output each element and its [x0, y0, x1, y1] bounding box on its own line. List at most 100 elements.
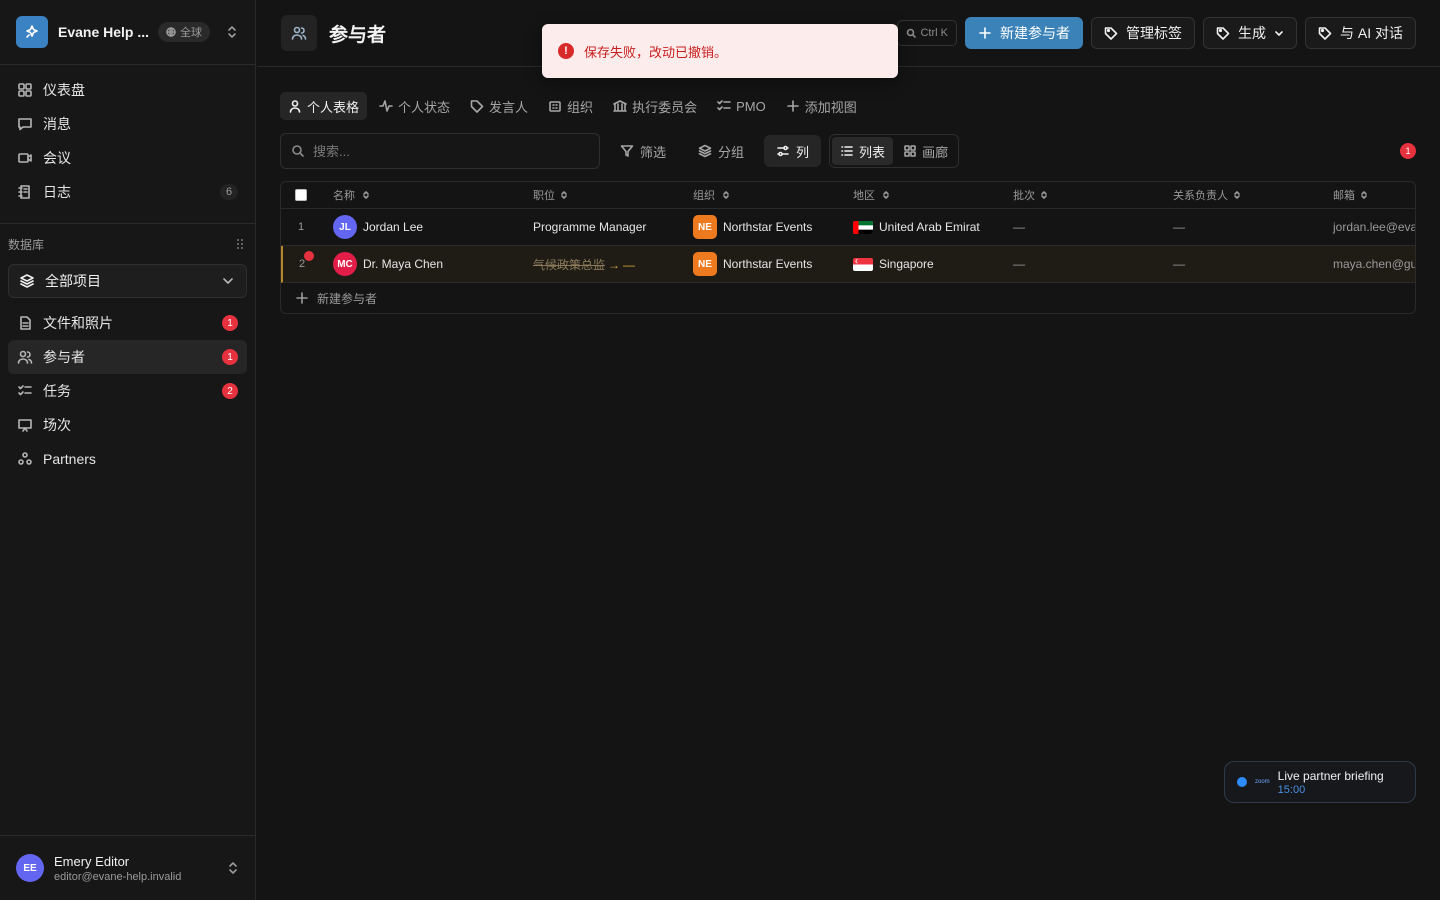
avatar: JL	[333, 215, 357, 239]
participant-name[interactable]: Dr. Maya Chen	[363, 257, 443, 271]
column-header-name[interactable]: 名称	[321, 187, 521, 203]
columns-label: 列	[796, 144, 810, 160]
participant-title[interactable]: Programme Manager	[521, 220, 681, 234]
checklist-icon	[18, 385, 32, 396]
nav-item-messages[interactable]: 消息	[8, 107, 247, 141]
participant-email[interactable]: maya.chen@gulf	[1321, 257, 1415, 271]
workspace-switcher[interactable]: Evane Help ... 全球	[0, 0, 255, 65]
filter-button[interactable]: 筛选	[608, 135, 678, 167]
table-row[interactable]: 2 MC Dr. Maya Chen 气候政策总监 → — NE Northstar…	[281, 246, 1415, 283]
participants-badge: 1	[222, 349, 238, 365]
column-header-organization[interactable]: 组织	[681, 187, 841, 203]
header-label: 职位	[533, 190, 555, 202]
users-icon	[17, 350, 33, 364]
workspace-scope: 全球	[180, 27, 202, 39]
new-participant-button[interactable]: 新建参与者	[964, 17, 1083, 49]
participant-batch[interactable]: —	[1001, 220, 1161, 234]
user-menu[interactable]: EE Emery Editor editor@evane-help.invali…	[0, 835, 256, 900]
header-label: 批次	[1013, 190, 1035, 202]
tab-label: PMO	[736, 98, 766, 114]
add-view-button[interactable]: 添加视图	[778, 92, 865, 120]
sidebar-item-partners[interactable]: Partners	[8, 442, 247, 476]
sidebar-item-sessions[interactable]: 场次	[8, 408, 247, 442]
nav-item-label: 仪表盘	[43, 82, 85, 98]
org-logo: NE	[693, 252, 717, 276]
tab-executive-committee[interactable]: 执行委员会	[605, 92, 705, 120]
list-view-button[interactable]: 列表	[832, 137, 894, 165]
filter-label: 筛选	[640, 144, 667, 160]
sort-icon	[1041, 191, 1047, 199]
tab-label: 个人状态	[398, 99, 451, 115]
tag-icon	[1216, 27, 1230, 40]
sidebar-item-label: 任务	[43, 383, 71, 399]
sidebar-item-tasks[interactable]: 任务 2	[8, 374, 247, 408]
command-search-button[interactable]: Ctrl K	[897, 20, 957, 46]
nav-item-meetings[interactable]: 会议	[8, 141, 247, 175]
nav-item-dashboard[interactable]: 仪表盘	[8, 73, 247, 107]
tab-speakers[interactable]: 发言人	[462, 92, 536, 120]
participant-owner[interactable]: —	[1161, 257, 1321, 271]
tab-label: 执行委员会	[632, 99, 698, 115]
database-select[interactable]: 全部项目	[8, 264, 247, 298]
activity-icon	[379, 100, 393, 112]
uae-flag-icon	[853, 220, 873, 234]
participant-batch[interactable]: —	[1001, 257, 1161, 271]
column-header-email[interactable]: 邮箱	[1321, 187, 1415, 203]
tab-personal-status[interactable]: 个人状态	[371, 92, 458, 120]
column-header-region[interactable]: 地区	[841, 187, 1001, 203]
columns-button[interactable]: 列	[764, 135, 822, 167]
meeting-card[interactable]: zoom Live partner briefing 15:00	[1224, 761, 1416, 803]
checklist-icon	[717, 100, 731, 111]
table-header: 名称 职位 组织 地区 批次 关系负责人 邮箱	[281, 182, 1415, 209]
column-header-batch[interactable]: 批次	[1001, 187, 1161, 203]
participant-email[interactable]: jordan.lee@evane	[1321, 220, 1415, 234]
globe-icon	[166, 27, 176, 37]
drag-handle-icon[interactable]	[233, 237, 247, 251]
file-icon	[20, 316, 31, 330]
column-header-title[interactable]: 职位	[521, 187, 681, 203]
sort-icon	[1361, 191, 1367, 199]
add-participant-row[interactable]: 新建参与者	[281, 283, 1415, 313]
plus-icon	[296, 292, 308, 304]
participant-owner[interactable]: —	[1161, 220, 1321, 234]
nav-item-log[interactable]: 日志 6	[8, 175, 247, 209]
column-header-owner[interactable]: 关系负责人	[1161, 187, 1321, 203]
generate-button[interactable]: 生成	[1202, 17, 1297, 49]
tab-personal-table[interactable]: 个人表格	[280, 92, 368, 120]
participant-name[interactable]: Jordan Lee	[363, 220, 423, 234]
search-icon	[292, 145, 304, 157]
group-label: 分组	[718, 144, 745, 160]
sidebar-item-label: Partners	[43, 451, 96, 467]
nav-item-label: 会议	[43, 150, 71, 166]
participant-title[interactable]: 气候政策总监 → —	[521, 256, 681, 273]
chevron-updown-icon	[226, 861, 240, 875]
table-row[interactable]: 1 JL Jordan Lee Programme Manager NE Nor…	[281, 209, 1415, 246]
sidebar-divider	[0, 223, 255, 224]
manage-tags-button[interactable]: 管理标签	[1090, 17, 1195, 49]
participant-org[interactable]: Northstar Events	[723, 220, 812, 234]
tab-pmo[interactable]: PMO	[709, 92, 774, 120]
participant-org[interactable]: Northstar Events	[723, 257, 812, 271]
sliders-icon	[777, 145, 789, 157]
meeting-time: 15:00	[1277, 783, 1306, 796]
sidebar-item-files[interactable]: 文件和照片 1	[8, 306, 247, 340]
participant-region[interactable]: Singapore	[879, 257, 934, 271]
log-count: 6	[220, 184, 238, 200]
search-input[interactable]	[313, 143, 573, 159]
sidebar-item-participants[interactable]: 参与者 1	[8, 340, 247, 374]
ai-chat-button[interactable]: 与 AI 对话	[1304, 17, 1416, 49]
select-all-checkbox[interactable]	[295, 189, 307, 201]
generate-label: 生成	[1237, 25, 1266, 41]
new-participant-label: 新建参与者	[999, 25, 1070, 41]
participant-region[interactable]: United Arab Emirat	[879, 220, 980, 234]
view-tabs: 个人表格 个人状态 发言人 组织 执行委员会 PMO 添加视图	[280, 92, 865, 120]
tab-label: 组织	[567, 99, 594, 115]
table-toolbar: 筛选 分组 列 列表 画廊 1	[280, 133, 1416, 169]
message-icon	[18, 118, 32, 131]
notification-badge[interactable]: 1	[1400, 143, 1416, 159]
database-nav: 文件和照片 1 参与者 1 任务 2 场次 Partners	[0, 306, 255, 484]
group-button[interactable]: 分组	[686, 135, 756, 167]
tab-organizations[interactable]: 组织	[540, 92, 601, 120]
tasks-badge: 2	[222, 383, 238, 399]
gallery-view-button[interactable]: 画廊	[895, 137, 956, 165]
